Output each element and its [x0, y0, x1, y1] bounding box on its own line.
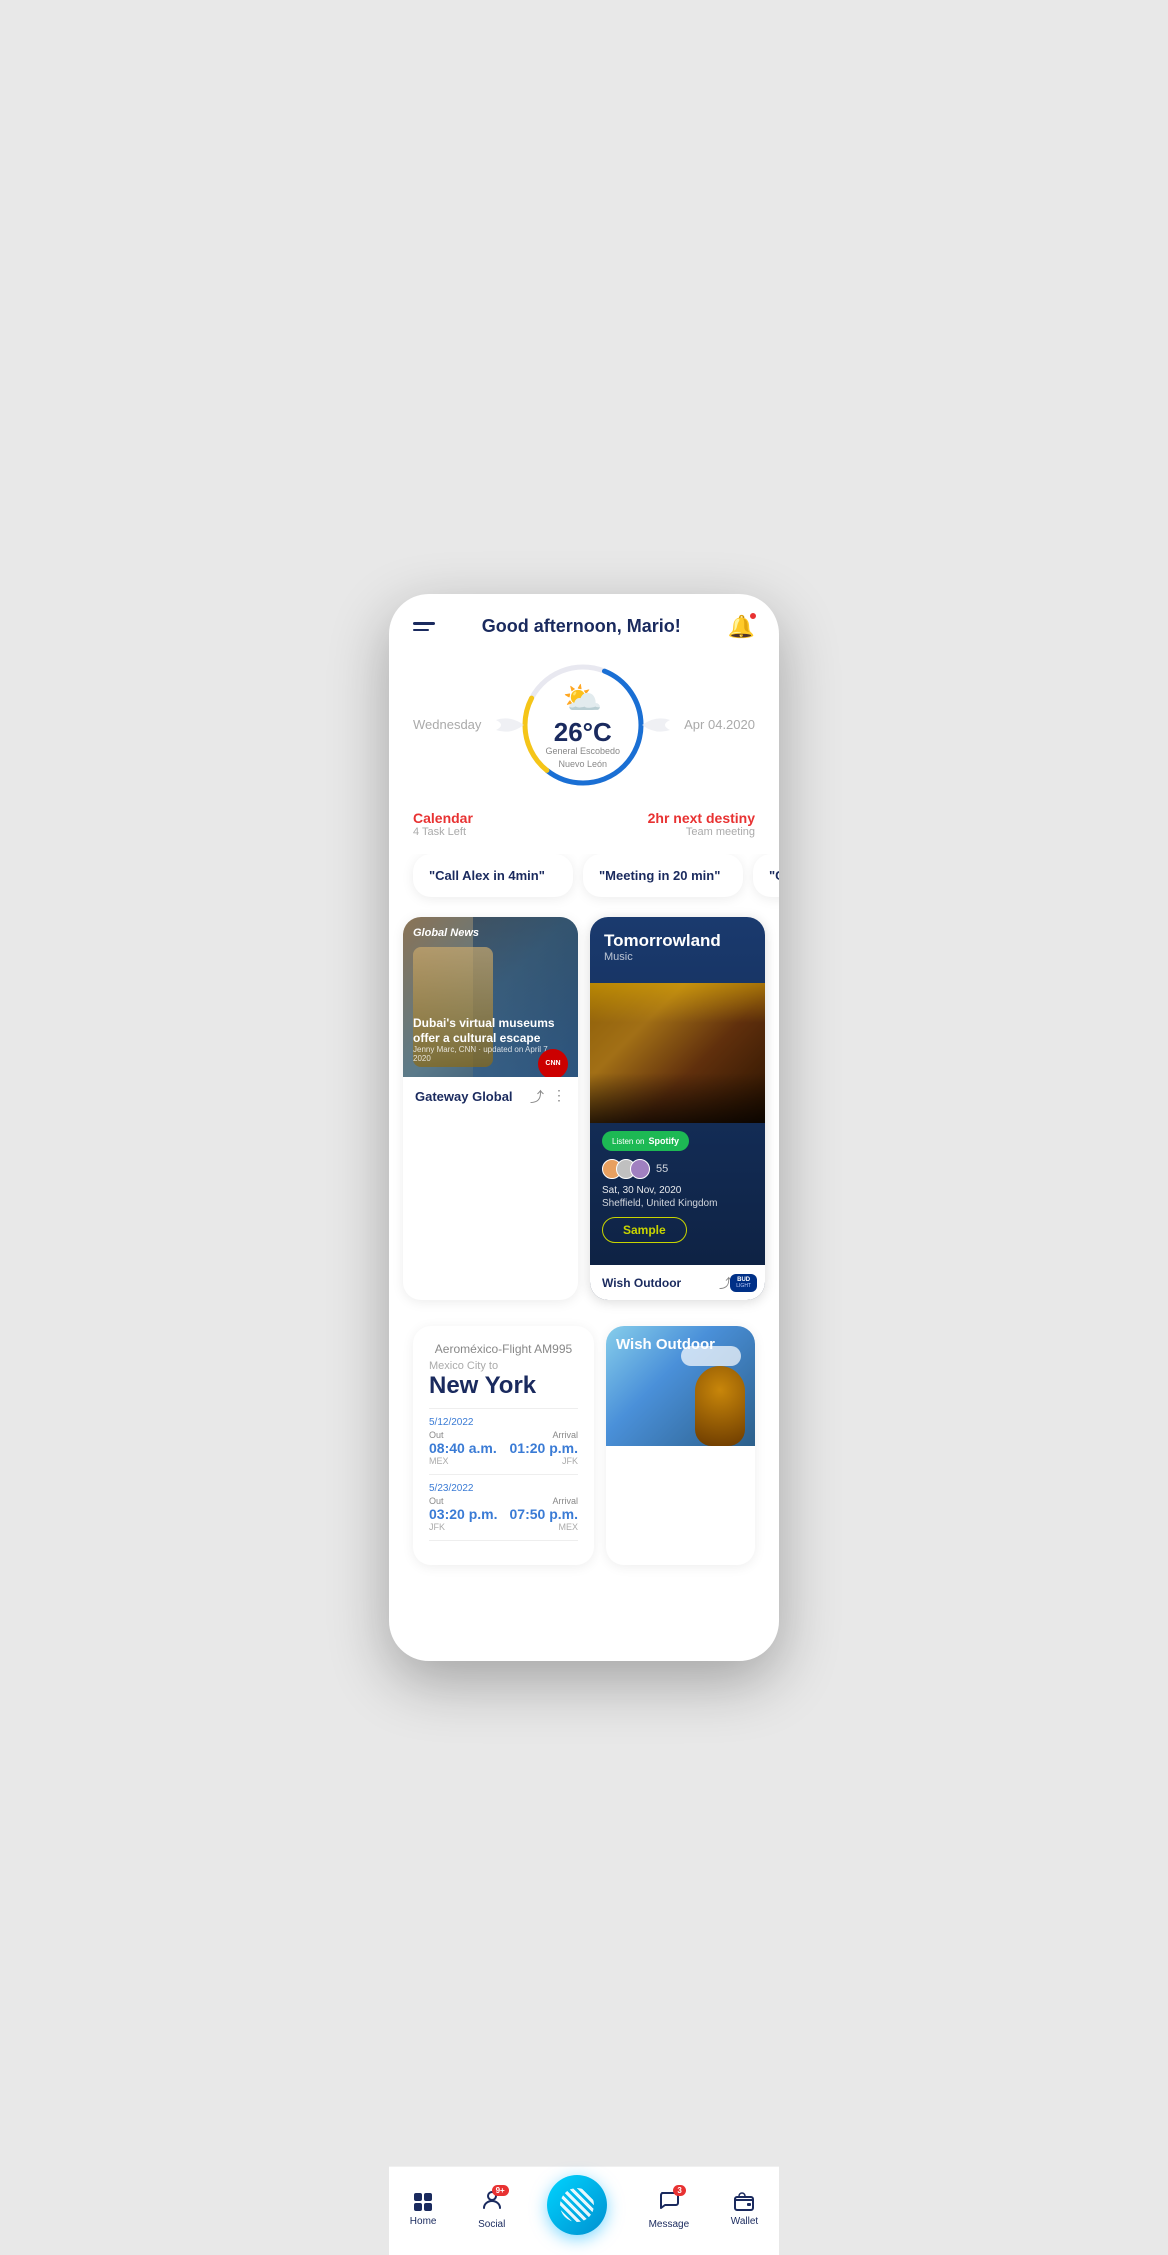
attendee-count: 55	[656, 1163, 668, 1175]
wish-outdoor-card[interactable]: Wish Outdoor	[606, 1326, 755, 1565]
avatars-row: 55	[602, 1159, 753, 1179]
notification-bell[interactable]: 🔔	[728, 614, 755, 640]
event-card-content: Tomorrowland Music	[590, 917, 765, 983]
weather-section: Wednesday	[389, 650, 779, 810]
bell-notification-dot	[749, 612, 757, 620]
spotify-label: Spotify	[648, 1136, 679, 1146]
event-crowd	[590, 1073, 765, 1123]
share-icon[interactable]: ⤴	[530, 1087, 544, 1107]
event-subtitle: Music	[604, 951, 751, 963]
arrival-label-1: Arrival	[510, 1430, 578, 1440]
flight-leg1-arrival: Arrival 01:20 p.m. JFK	[510, 1430, 578, 1466]
calendar-sub: 4 Task Left	[413, 826, 473, 838]
news-label: Global News	[413, 927, 479, 939]
destiny-block[interactable]: 2hr next destiny Team meeting	[648, 810, 755, 838]
flight-leg2-out-code: JFK	[429, 1522, 497, 1532]
wish-outdoor-image: Wish Outdoor	[606, 1326, 755, 1446]
arrival-label-2: Arrival	[510, 1496, 578, 1506]
weather-widget[interactable]: ⛅ 26°C General Escobedo Nuevo León	[518, 660, 648, 790]
destiny-sub: Team meeting	[648, 826, 755, 838]
weather-city-line2: Nuevo León	[546, 758, 621, 771]
wish-mascot	[695, 1366, 745, 1446]
weather-date-block: Apr 04.2020	[684, 717, 755, 732]
event-location: Sheffield, United Kingdom	[602, 1198, 753, 1209]
flight-leg2-date: 5/23/2022	[429, 1483, 578, 1494]
flight-leg-1: 5/12/2022 Out 08:40 a.m. MEX Arrival 01:…	[429, 1417, 578, 1466]
news-card[interactable]: Global News Dubai's virtual museums offe…	[403, 917, 578, 1301]
event-title: Tomorrowland	[604, 931, 751, 951]
flight-leg1-date: 5/12/2022	[429, 1417, 578, 1428]
weather-day-block: Wednesday	[413, 717, 481, 732]
app-header: Good afternoon, Mario! 🔔	[389, 594, 779, 650]
info-row: Calendar 4 Task Left 2hr next destiny Te…	[389, 810, 779, 854]
event-bg-image	[590, 983, 765, 1123]
weather-inner: ⛅ 26°C General Escobedo Nuevo León	[546, 679, 621, 770]
destiny-label: 2hr next destiny	[648, 810, 755, 826]
menu-button[interactable]	[413, 622, 435, 631]
out-label-2: Out	[429, 1496, 497, 1506]
spotify-listen-text: Listen on	[612, 1137, 644, 1146]
flight-destination: New York	[429, 1372, 578, 1400]
wish-cloud	[681, 1346, 741, 1366]
news-card-footer: Gateway Global ⤴ ⋮	[403, 1077, 578, 1117]
more-icon[interactable]: ⋮	[552, 1087, 566, 1107]
weather-icon: ⛅	[546, 679, 621, 717]
news-headline: Dubai's virtual museums offer a cultural…	[413, 1016, 568, 1047]
reminder-card-2[interactable]: "Meeting in 20 min"	[583, 854, 743, 897]
spotify-button[interactable]: Listen on Spotify	[602, 1131, 689, 1151]
reminder-text-1: "Call Alex in 4min"	[429, 868, 557, 883]
flight-leg2-times: Out 03:20 p.m. JFK Arrival 07:50 p.m. ME…	[429, 1496, 578, 1532]
flight-leg1-arr-code: JFK	[510, 1456, 578, 1466]
flight-leg1-out-time: 08:40 a.m.	[429, 1440, 497, 1456]
reminder-text-3: "C	[769, 868, 779, 883]
reminder-card-3[interactable]: "C	[753, 854, 779, 897]
flight-leg1-out-code: MEX	[429, 1456, 497, 1466]
flight-leg2-arr-time: 07:50 p.m.	[510, 1506, 578, 1522]
flight-divider-1	[429, 1408, 578, 1409]
reminders-row: "Call Alex in 4min" "Meeting in 20 min" …	[389, 854, 779, 917]
weather-temp: 26°C	[546, 719, 621, 745]
flight-leg2-out: Out 03:20 p.m. JFK	[429, 1496, 497, 1532]
calendar-block[interactable]: Calendar 4 Task Left	[413, 810, 473, 838]
header-title: Good afternoon, Mario!	[482, 616, 681, 637]
flight-leg1-arr-time: 01:20 p.m.	[510, 1440, 578, 1456]
weather-date: Apr 04.2020	[684, 717, 755, 732]
news-footer-icons: ⤴ ⋮	[530, 1087, 566, 1107]
event-card[interactable]: Tomorrowland Music Listen on Spotify	[590, 917, 765, 1301]
flight-leg1-times: Out 08:40 a.m. MEX Arrival 01:20 p.m. JF…	[429, 1430, 578, 1466]
flight-leg2-arrival: Arrival 07:50 p.m. MEX	[510, 1496, 578, 1532]
flight-divider-2	[429, 1474, 578, 1475]
flight-airline: Aeroméxico-Flight AM995	[429, 1342, 578, 1356]
flight-leg-2: 5/23/2022 Out 03:20 p.m. JFK Arrival 07:…	[429, 1483, 578, 1532]
flight-leg2-arr-code: MEX	[510, 1522, 578, 1532]
reminder-text-2: "Meeting in 20 min"	[599, 868, 727, 883]
calendar-label: Calendar	[413, 810, 473, 826]
flight-section: Aeroméxico-Flight AM995 Mexico City to N…	[389, 1316, 779, 1581]
event-details: Listen on Spotify 55 Sat, 30 Nov, 2020 S…	[590, 1123, 765, 1266]
flight-from: Mexico City to	[429, 1360, 578, 1372]
flight-divider-3	[429, 1540, 578, 1541]
reminder-card-1[interactable]: "Call Alex in 4min"	[413, 854, 573, 897]
cnn-badge: CNN	[538, 1049, 568, 1077]
weather-city-line1: General Escobedo	[546, 745, 621, 758]
weather-day: Wednesday	[413, 717, 481, 732]
event-date: Sat, 30 Nov, 2020	[602, 1185, 753, 1196]
avatar-3	[630, 1159, 650, 1179]
flight-leg1-out: Out 08:40 a.m. MEX	[429, 1430, 497, 1466]
out-label: Out	[429, 1430, 497, 1440]
bud-light-logo: BUD LIGHT	[730, 1274, 757, 1292]
news-image: Global News Dubai's virtual museums offe…	[403, 917, 578, 1077]
event-lights	[590, 983, 765, 1023]
news-footer-title: Gateway Global	[415, 1089, 513, 1104]
sample-button[interactable]: Sample	[602, 1217, 687, 1243]
flight-leg2-out-time: 03:20 p.m.	[429, 1506, 497, 1522]
event-footer-title: Wish Outdoor	[602, 1276, 681, 1290]
cards-section: Global News Dubai's virtual museums offe…	[389, 917, 779, 1317]
flight-card[interactable]: Aeroméxico-Flight AM995 Mexico City to N…	[413, 1326, 594, 1565]
